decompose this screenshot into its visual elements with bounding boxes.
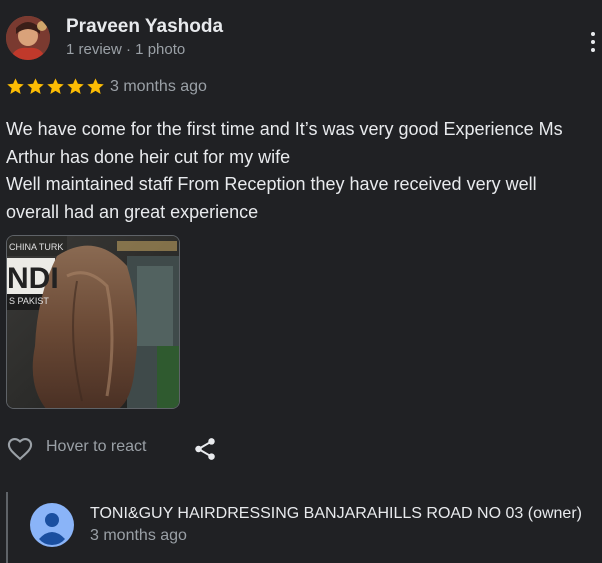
review-photo[interactable]: CHINA TURK NDI S PAKIST xyxy=(6,235,180,409)
star-rating xyxy=(6,77,106,97)
default-user-avatar-icon xyxy=(30,503,74,547)
owner-reply-divider xyxy=(6,492,8,563)
review-text-line: We have come for the first time and It’s… xyxy=(6,119,563,139)
star-icon xyxy=(87,78,104,95)
owner-name: TONI&GUY HAIRDRESSING BANJARAHILLS ROAD … xyxy=(90,505,582,522)
owner-reply-date: 3 months ago xyxy=(90,527,187,544)
reviewer-avatar-image xyxy=(6,16,50,60)
reviewer-avatar[interactable] xyxy=(6,16,50,60)
star-icon xyxy=(27,78,44,95)
more-vertical-icon[interactable] xyxy=(585,28,601,56)
react-label[interactable]: Hover to react xyxy=(46,438,146,456)
share-icon[interactable] xyxy=(192,436,218,462)
reviewer-name[interactable]: Praveen Yashoda xyxy=(66,16,223,38)
photo-sign-text: S PAKIST xyxy=(9,296,49,306)
photo-sign-text: CHINA TURK xyxy=(9,242,63,252)
reviewer-meta: 1 review · 1 photo xyxy=(66,41,186,58)
review-photo-image: CHINA TURK NDI S PAKIST xyxy=(7,236,179,408)
review-text-line: Arthur has done heir cut for my wife xyxy=(6,146,291,167)
review-text: We have come for the first time and It’s… xyxy=(6,116,602,226)
star-icon xyxy=(7,78,24,95)
review-date: 3 months ago xyxy=(110,78,207,95)
photo-sign-text: NDI xyxy=(7,262,59,295)
star-icon xyxy=(67,78,84,95)
star-icon xyxy=(47,78,64,95)
review-text-line: Well maintained staff From Reception the… xyxy=(6,174,537,194)
heart-outline-icon[interactable] xyxy=(6,435,34,463)
review-text-line: overall had an great experience xyxy=(6,201,259,222)
